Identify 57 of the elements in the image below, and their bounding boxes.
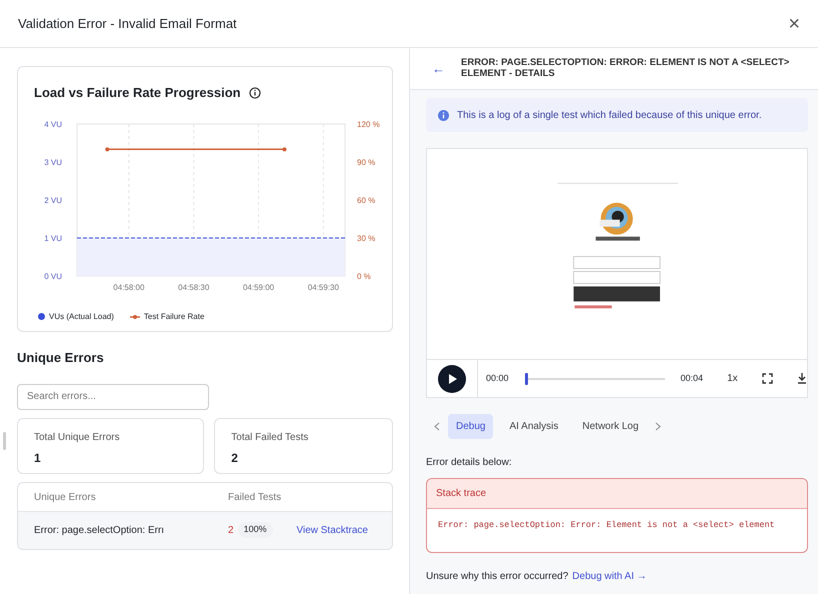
help-text: Unsure why this error occurred?: [426, 570, 568, 584]
info-text: This is a log of a single test which failed because of this unique error.: [457, 108, 762, 122]
percent-tag: 100%: [238, 522, 273, 538]
stacktrace-link[interactable]: View Stacktrace: [296, 522, 368, 538]
tab[interactable]: Network Log: [574, 414, 647, 439]
stat-value: 1: [34, 450, 42, 466]
tab[interactable]: Debug: [448, 414, 494, 439]
y-tick-label: 4 VU: [44, 120, 62, 128]
close-button[interactable]: ×: [788, 14, 800, 34]
total-time: 00:04: [680, 372, 704, 385]
x-tick-label: 04:58:30: [178, 282, 210, 292]
chevron-right-icon[interactable]: [654, 422, 661, 431]
legend-line-icon: [130, 314, 140, 320]
column-header: Unique Errors: [34, 490, 97, 504]
y-tick-label: 30 %: [357, 234, 376, 242]
table-cell-text: 2: [228, 524, 234, 538]
section-heading: Unique Errors: [17, 349, 105, 367]
current-time: 00:00: [486, 372, 509, 385]
y-tick-label: 90 %: [357, 158, 376, 166]
download-icon[interactable]: [796, 373, 807, 384]
play-button[interactable]: [438, 364, 466, 393]
y-tick-label: 120 %: [357, 120, 380, 128]
y-tick-label: 1 VU: [44, 234, 62, 242]
fullscreen-icon[interactable]: [762, 373, 773, 384]
info-icon[interactable]: [248, 86, 261, 99]
stack-trace-header: Stack trace: [427, 479, 807, 509]
debug-link[interactable]: Debug with AI →: [572, 568, 647, 584]
y-tick-label: 3 VU: [44, 158, 62, 166]
resize-handle[interactable]: [3, 432, 6, 450]
legend-label: Test Failure Rate: [144, 310, 204, 322]
column-header: Failed Tests: [228, 490, 282, 504]
chart-title: Load vs Failure Rate Progression: [34, 84, 241, 102]
tab[interactable]: AI Analysis: [501, 414, 566, 439]
x-tick-label: 04:59:30: [308, 282, 339, 292]
legend-dot-icon: [38, 313, 45, 320]
chevron-left-icon[interactable]: [434, 422, 440, 431]
y-tick-label: 60 %: [357, 196, 376, 204]
x-tick-label: 04:58:00: [113, 282, 144, 292]
seek-thumb[interactable]: [524, 372, 528, 385]
stat-label: Total Failed Tests: [231, 430, 310, 444]
speed-button[interactable]: 1x: [727, 371, 738, 386]
y-tick-label: 0 %: [357, 272, 371, 280]
back-button[interactable]: ←: [432, 58, 445, 78]
stack-trace-text: Error: page.selectOption: Error: Element is not a <select> element: [437, 519, 776, 532]
window-title: Validation Error - Invalid Email Format: [18, 14, 237, 33]
table-cell-text: Error: page.selectOption: Errı: [34, 524, 166, 538]
legend-label: VUs (Actual Load): [49, 310, 114, 322]
y-tick-label: 2 VU: [44, 196, 62, 204]
x-tick-label: 04:59:00: [242, 282, 274, 292]
detail-title: ERROR: PAGE.SELECTOPTION: ERROR: ELEMENT IS NOT A <SELECT> ELEMENT - DETAILS: [461, 58, 790, 80]
stat-value: 2: [231, 450, 239, 466]
play-icon: [448, 374, 456, 384]
details-label: Error details below:: [426, 456, 513, 470]
y-tick-label: 0 VU: [44, 272, 62, 280]
stat-label: Total Unique Errors: [34, 430, 121, 444]
info-icon: [438, 110, 449, 120]
search-field[interactable]: Search errors...: [17, 384, 209, 410]
